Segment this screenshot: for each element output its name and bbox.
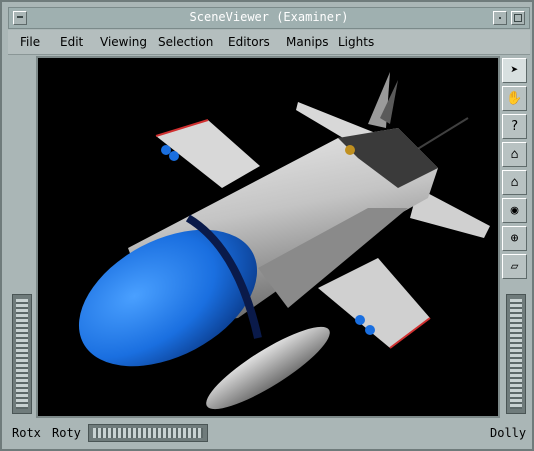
menu-viewing[interactable]: Viewing <box>100 35 147 49</box>
scene-viewer-window: SceneViewer (Examiner) File Edit Viewing… <box>0 0 534 451</box>
dolly-wheel[interactable] <box>506 294 526 414</box>
dolly-wheel-groove <box>510 299 522 409</box>
view-hand-icon[interactable]: ✋ <box>502 86 527 111</box>
thruster-3 <box>355 315 365 325</box>
title-bar[interactable]: SceneViewer (Examiner) <box>8 7 530 29</box>
view-all-icon[interactable]: ◉ <box>502 198 527 223</box>
roty-label: Roty <box>52 426 81 440</box>
roty-wheel[interactable] <box>88 424 208 442</box>
minimize-icon <box>499 17 501 19</box>
menu-manips[interactable]: Manips <box>286 35 329 49</box>
menu-selection[interactable]: Selection <box>158 35 213 49</box>
maximize-button[interactable] <box>511 11 525 25</box>
menu-edit[interactable]: Edit <box>60 35 83 49</box>
seek-icon[interactable]: ⊕ <box>502 226 527 251</box>
rotx-wheel[interactable] <box>12 294 32 414</box>
lower-right-wing <box>318 258 430 348</box>
menu-bar: File Edit Viewing Selection Editors Mani… <box>8 30 530 55</box>
rotx-label: Rotx <box>12 426 41 440</box>
viewport-frame <box>36 56 500 418</box>
perspective-icon[interactable]: ▱ <box>502 254 527 279</box>
3d-viewport[interactable] <box>38 58 498 416</box>
rotx-wheel-groove <box>16 299 28 409</box>
home-icon[interactable]: ⌂ <box>502 142 527 167</box>
antenna <box>415 117 469 151</box>
rendered-scene <box>78 72 490 410</box>
menu-editors[interactable]: Editors <box>228 35 270 49</box>
menu-file[interactable]: File <box>20 35 40 49</box>
menu-lights[interactable]: Lights <box>338 35 374 49</box>
roty-wheel-groove <box>93 428 203 438</box>
thruster-4 <box>365 325 375 335</box>
minimize-button[interactable] <box>493 11 507 25</box>
maximize-icon <box>514 14 522 22</box>
pick-arrow-icon[interactable]: ➤ <box>502 58 527 83</box>
hatch-light <box>345 145 355 155</box>
dolly-label: Dolly <box>490 426 527 440</box>
window-title: SceneViewer (Examiner) <box>189 10 349 24</box>
thruster-1 <box>161 145 171 155</box>
set-home-icon[interactable]: ⌂ <box>502 170 527 195</box>
thruster-2 <box>169 151 179 161</box>
help-icon[interactable]: ? <box>502 114 527 139</box>
